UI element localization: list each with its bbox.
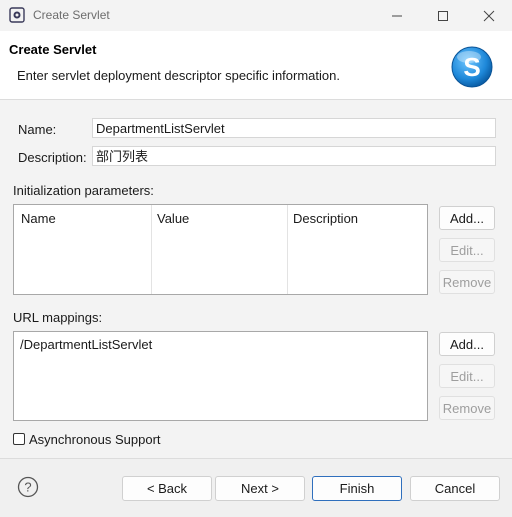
init-params-remove-button[interactable]: Remove (439, 270, 495, 294)
maximize-button[interactable] (420, 0, 466, 31)
init-params-table[interactable]: Name Value Description (13, 204, 428, 295)
url-mappings-edit-button[interactable]: Edit... (439, 364, 495, 388)
back-button[interactable]: < Back (122, 476, 212, 501)
help-icon[interactable]: ? (17, 476, 39, 498)
minimize-button[interactable] (374, 0, 420, 31)
init-params-label: Initialization parameters: (13, 183, 154, 198)
async-support-checkbox[interactable] (13, 433, 25, 445)
svg-text:?: ? (24, 480, 31, 495)
servlet-wizard-logo-icon: S (451, 46, 493, 88)
close-icon (483, 10, 495, 21)
finish-button[interactable]: Finish (312, 476, 402, 501)
name-label: Name: (18, 122, 57, 137)
url-mappings-add-button[interactable]: Add... (439, 332, 495, 356)
column-divider (151, 205, 152, 294)
window-title: Create Servlet (33, 8, 110, 22)
cancel-button[interactable]: Cancel (410, 476, 500, 501)
init-params-add-button[interactable]: Add... (439, 206, 495, 230)
init-params-col-name[interactable]: Name (21, 211, 56, 226)
url-mappings-list[interactable]: /DepartmentListServlet (13, 331, 428, 421)
name-field[interactable]: DepartmentListServlet (92, 118, 496, 138)
description-label: Description: (18, 150, 87, 165)
init-params-edit-button[interactable]: Edit... (439, 238, 495, 262)
svg-text:S: S (463, 52, 480, 82)
description-field[interactable]: 部门列表 (92, 146, 496, 166)
url-mappings-label: URL mappings: (13, 310, 103, 325)
wizard-footer: ? < Back Next > Finish Cancel (0, 458, 512, 517)
column-divider (287, 205, 288, 294)
init-params-col-value[interactable]: Value (157, 211, 189, 226)
init-params-col-description[interactable]: Description (293, 211, 358, 226)
maximize-icon (438, 10, 448, 21)
eclipse-app-icon (9, 7, 25, 23)
wizard-description: Enter servlet deployment descriptor spec… (17, 68, 340, 83)
async-support-label: Asynchronous Support (29, 432, 161, 447)
close-button[interactable] (466, 0, 512, 31)
url-mapping-item[interactable]: /DepartmentListServlet (20, 337, 152, 352)
url-mappings-remove-button[interactable]: Remove (439, 396, 495, 420)
wizard-header: Create Servlet Enter servlet deployment … (0, 31, 512, 100)
minimize-icon (392, 15, 402, 16)
title-bar: Create Servlet (0, 0, 512, 31)
next-button[interactable]: Next > (215, 476, 305, 501)
wizard-title: Create Servlet (9, 42, 97, 57)
